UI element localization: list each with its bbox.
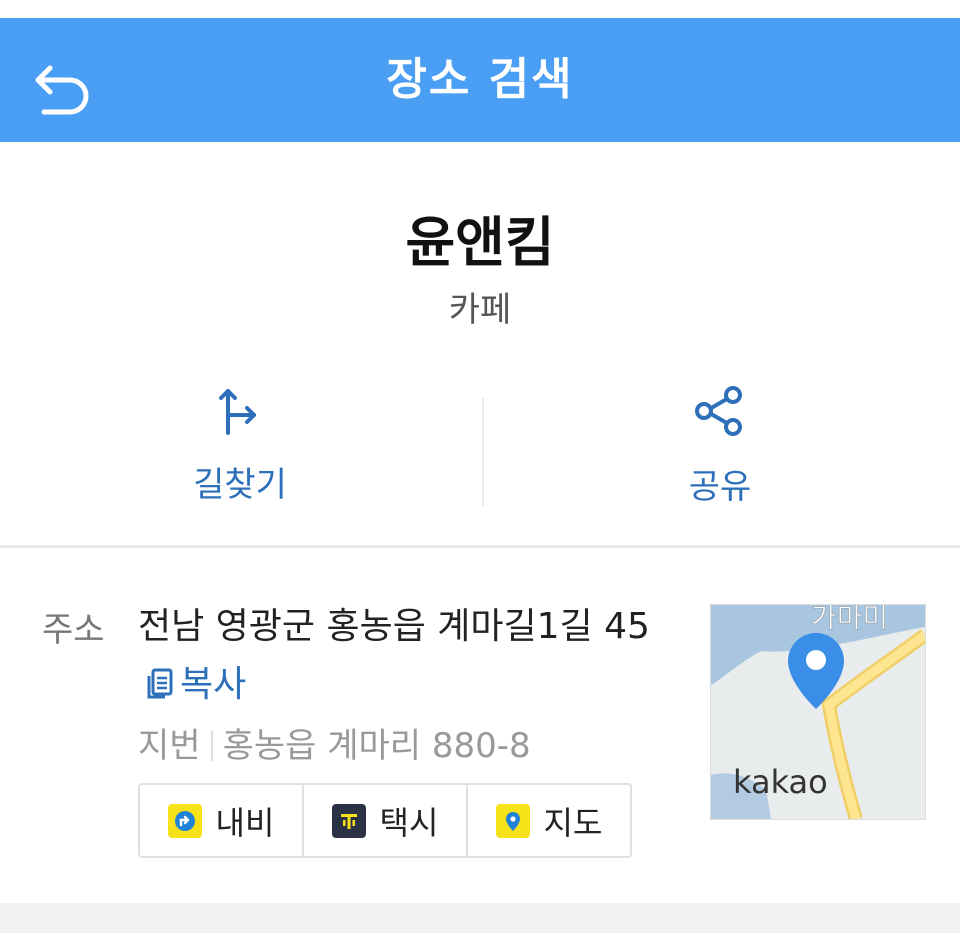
map-pin-icon (495, 803, 530, 838)
map-watermark: kakao (733, 763, 828, 801)
copy-icon (147, 668, 173, 699)
back-button[interactable] (30, 60, 96, 120)
quick-button-group: 내비 택시 지도 (138, 783, 632, 858)
road-address: 전남 영광군 홍농읍 계마길1길 45 복사 (138, 598, 668, 714)
taxi-icon (331, 803, 366, 838)
directions-label: 길찾기 (193, 465, 287, 505)
place-category: 카페 (448, 290, 512, 330)
jibun-address: 지번 홍농읍 계마리 880-8 (138, 718, 531, 767)
back-arrow-icon (35, 65, 89, 115)
header-bar: 장소 검색 (0, 18, 960, 142)
directions-icon (219, 389, 256, 435)
jibun-separator (210, 731, 213, 761)
copy-label: 복사 (180, 664, 247, 705)
taxi-label: 택시 (379, 803, 439, 842)
share-icon (695, 386, 742, 436)
status-bar (0, 0, 960, 18)
navi-button[interactable]: 내비 (140, 785, 302, 856)
map-image: 가마미 kakao (711, 605, 925, 819)
copy-button[interactable]: 복사 (146, 664, 246, 705)
address-label: 주소 (42, 610, 105, 650)
directions-button[interactable]: 길찾기 (0, 385, 480, 515)
map-button[interactable]: 지도 (466, 785, 630, 856)
map-place-label: 가마미 (811, 605, 888, 634)
taxi-button[interactable]: 택시 (302, 785, 466, 856)
bottom-band (0, 903, 960, 933)
place-name: 윤앤킴 (405, 211, 555, 274)
navi-icon (167, 803, 202, 838)
navi-label: 내비 (215, 803, 275, 842)
page-title: 장소 검색 (386, 54, 574, 105)
jibun-text: 홍농읍 계마리 880-8 (222, 726, 531, 766)
map-thumbnail[interactable]: 가마미 kakao (710, 604, 926, 820)
road-address-text[interactable]: 전남 영광군 홍농읍 계마길1길 45 (138, 606, 650, 647)
share-button[interactable]: 공유 (480, 385, 960, 515)
jibun-label: 지번 (138, 726, 201, 766)
map-label: 지도 (543, 803, 603, 842)
share-label: 공유 (688, 467, 752, 507)
section-divider (0, 545, 960, 548)
